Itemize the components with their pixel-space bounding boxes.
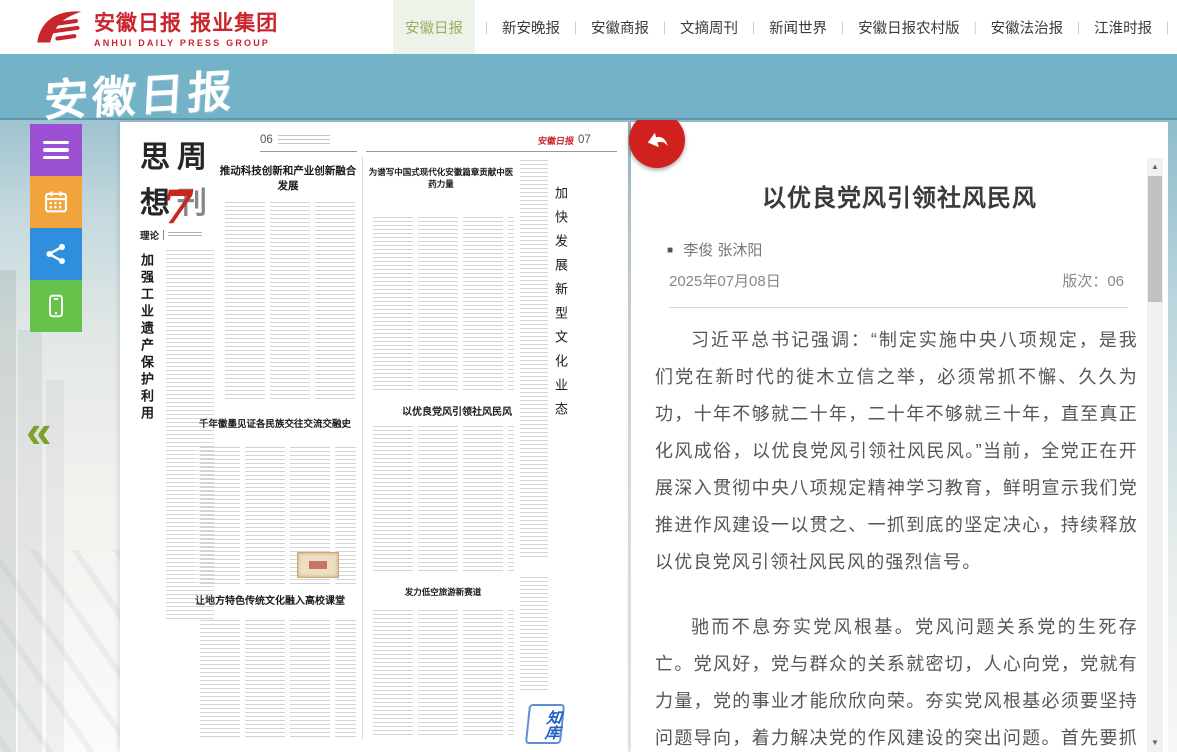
nav-separator: ｜ (480, 18, 493, 37)
page-07-header: 安徽日报 07 (538, 134, 591, 147)
article-authors: 李俊 张沐阳 (683, 242, 762, 259)
newspaper-seal-image (297, 552, 339, 578)
scroll-up-icon[interactable]: ▲ (1147, 160, 1163, 174)
newspaper-text-column (368, 610, 514, 738)
headline-hui-ink[interactable]: 千年徽墨见证各民族交往交流交融史 (193, 416, 357, 430)
site-topbar: 安徽日报 报业集团 ANHUI DAILY PRESS GROUP 安徽日报 ｜… (0, 0, 1177, 54)
article-paragraph: 习近平总书记强调：“制定实施中央八项规定，是我们党在新时代的徙木立信之举，必须常… (655, 322, 1138, 581)
page-07-header-rule (366, 151, 617, 152)
article-date-row: 2025年07月08日 版次：06 (669, 270, 1124, 291)
article-authors-row: ■ 李俊 张沐阳 (667, 239, 1124, 260)
press-group-logo[interactable]: 安徽日报 报业集团 ANHUI DAILY PRESS GROUP (34, 6, 278, 48)
newspaper-text-column (520, 577, 548, 692)
headline-industrial-heritage[interactable]: 加强工业遗产保护利用 (136, 253, 155, 443)
nav-separator: ｜ (1161, 18, 1174, 37)
share-button[interactable] (30, 228, 82, 280)
article-scrollbar[interactable]: ▲ ▼ (1147, 158, 1163, 752)
section-label-row: 理论 (140, 228, 202, 242)
author-bullet-icon: ■ (667, 245, 673, 256)
newspaper-text-column (195, 620, 356, 738)
page-number-left: 06 (260, 134, 273, 146)
newspaper-text-column (520, 160, 548, 560)
calendar-icon (42, 188, 70, 216)
nav-item-legal-daily[interactable]: 安徽法治报 (987, 17, 1068, 38)
article-paragraph: 驰而不息夯实党风根基。党风问题关系党的生死存亡。党风好，党与群众的关系就密切，人… (655, 609, 1138, 752)
nav-item-anhui-business[interactable]: 安徽商报 (587, 17, 653, 38)
newspaper-text-column (368, 426, 514, 574)
side-toolbar (30, 124, 82, 332)
scroll-down-icon[interactable]: ▼ (1147, 736, 1163, 750)
background-right-strip (1168, 120, 1177, 752)
back-button[interactable] (629, 112, 685, 168)
press-group-subtitle: ANHUI DAILY PRESS GROUP (94, 38, 278, 48)
headline-low-altitude-tourism[interactable]: 发力低空旅游新赛道 (401, 586, 485, 598)
scrollbar-thumb[interactable] (1148, 176, 1162, 302)
page-number-right: 07 (578, 134, 591, 146)
nav-separator: ｜ (658, 18, 671, 37)
page-fold-divider (362, 156, 363, 740)
headline-new-culture-business[interactable]: 加快发展新型文化业态 (550, 186, 569, 466)
mobile-phone-icon (43, 293, 69, 319)
mobile-button[interactable] (30, 280, 82, 332)
nav-separator: ｜ (969, 18, 982, 37)
masthead-number-7: 7 (162, 180, 194, 234)
hamburger-icon (43, 137, 69, 164)
nav-item-anhui-daily[interactable]: 安徽日报 (393, 0, 475, 54)
nav-item-digest-weekly[interactable]: 文摘周刊 (676, 17, 742, 38)
press-group-logo-icon (34, 6, 86, 48)
nav-item-rural-edition[interactable]: 安徽日报农村版 (854, 17, 964, 38)
nav-item-jianghuai-times[interactable]: 江淮时报 (1090, 17, 1156, 38)
nav-separator: ｜ (836, 18, 849, 37)
masthead-char: 思 (140, 135, 174, 180)
article-date: 2025年07月08日 (669, 270, 781, 291)
headline-tech-innovation[interactable]: 推动科技创新和产业创新融合发展 (218, 163, 358, 193)
page-06-header-rule (260, 151, 357, 152)
collapse-chevron-icon[interactable]: « (26, 408, 52, 454)
newspaper-text-column (368, 217, 514, 392)
zhiku-stamp: 知库 (525, 704, 565, 744)
nav-separator: ｜ (747, 18, 760, 37)
section-label: 理论 (140, 228, 159, 242)
article-title: 以优良党风引领社风民风 (631, 178, 1168, 213)
nav-item-xinan-evening[interactable]: 新安晚报 (498, 17, 564, 38)
article-panel: 以优良党风引领社风民风 ■ 李俊 张沐阳 2025年07月08日 版次：06 习… (631, 122, 1168, 752)
share-icon (43, 241, 69, 267)
back-arrow-icon (640, 126, 674, 160)
masthead-char: 周 (177, 135, 211, 180)
calendar-button[interactable] (30, 176, 82, 228)
newspaper-nav: 安徽日报 ｜ 新安晚报 ｜ 安徽商报 ｜ 文摘周刊 ｜ 新闻世界 ｜ 安徽日报农… (393, 0, 1177, 54)
article-body: 习近平总书记强调：“制定实施中央八项规定，是我们党在新时代的徙木立信之举，必须常… (631, 308, 1168, 752)
newspaper-text-column (220, 202, 356, 402)
menu-button[interactable] (30, 124, 82, 176)
headline-party-conduct[interactable]: 以优良党风引领社风民风 (398, 403, 516, 418)
anhui-daily-masthead: 安徽日报 (42, 55, 237, 129)
headline-tcm-strength[interactable]: 为谱写中国式现代化安徽篇章贡献中医药力量 (366, 166, 516, 190)
nav-separator: ｜ (1072, 18, 1085, 37)
page-06-header: 06 (260, 134, 330, 146)
nav-item-news-world[interactable]: 新闻世界 (765, 17, 831, 38)
newspaper-page-image[interactable]: 思 周 想 刊 7 理论 06 安徽日报 07 推动科技创新和产业创新融合发展 … (120, 122, 628, 752)
masthead-banner: 安徽日报 (0, 54, 1177, 120)
press-group-title: 安徽日报 报业集团 (94, 7, 278, 37)
nav-separator: ｜ (569, 18, 582, 37)
brand-mark: 安徽日报 (537, 134, 574, 147)
article-edition: 版次：06 (1062, 270, 1124, 291)
